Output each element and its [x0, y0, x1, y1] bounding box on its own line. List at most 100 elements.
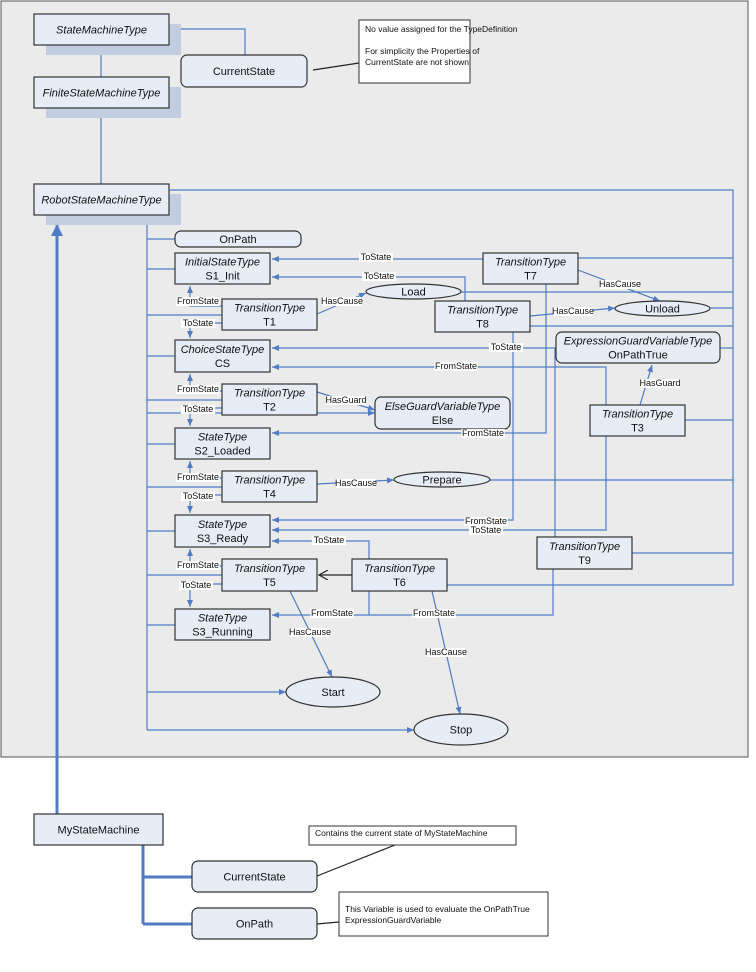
node-name: S1_Init — [205, 271, 239, 283]
label-text: ToState — [471, 525, 502, 535]
node-type: InitialStateType — [185, 257, 260, 269]
note-connector — [316, 844, 396, 877]
to-state-label: ToState — [180, 404, 216, 414]
node-state-machine-type[interactable]: StateMachineType — [33, 13, 181, 55]
to-state-label: ToState — [180, 491, 216, 501]
node-s3-running[interactable]: StateType S3_Running — [174, 608, 271, 641]
has-cause-label: HasCause — [552, 306, 594, 316]
from-state-label: FromState — [412, 608, 456, 618]
note-on-path: This Variable is used to evaluate the On… — [338, 891, 549, 937]
node-name: MyStateMachine — [58, 825, 140, 837]
node-t5[interactable]: TransitionType T5 — [221, 558, 318, 592]
node-instance-on-path[interactable]: OnPath — [191, 907, 318, 940]
state-machine-diagram: StateMachineType FiniteStateMachineType Ro… — [0, 0, 749, 940]
node-t2[interactable]: TransitionType T2 — [221, 383, 318, 416]
label-text: FromState — [177, 472, 219, 482]
node-name: CS — [215, 358, 230, 370]
node-name: OnPathTrue — [608, 350, 668, 362]
node-my-state-machine[interactable]: MyStateMachine — [33, 813, 164, 846]
note-line: This Variable is used to evaluate the On… — [345, 904, 530, 914]
node-s2-loaded[interactable]: StateType S2_Loaded — [174, 427, 271, 460]
label-text: ToState — [314, 535, 345, 545]
node-start[interactable]: Start — [285, 676, 381, 708]
from-state-label: FromState — [310, 608, 354, 618]
note-line: Contains the current state of MyStateMac… — [315, 828, 488, 838]
from-state-label: FromState — [461, 428, 505, 438]
to-state-label: ToState — [358, 252, 394, 262]
node-type: FiniteStateMachineType — [43, 88, 161, 100]
to-state-label: ToState — [178, 580, 214, 590]
node-type: TransitionType — [234, 475, 305, 487]
node-name: T3 — [631, 423, 644, 435]
node-t8[interactable]: TransitionType T8 — [434, 300, 531, 333]
node-type: TransitionType — [447, 305, 518, 317]
note-current-state: Contains the current state of MyStateMac… — [308, 825, 517, 846]
node-name: T9 — [578, 555, 591, 567]
label-text: HasCause — [425, 647, 467, 657]
node-name: T2 — [263, 402, 276, 414]
node-current-state[interactable]: CurrentState — [180, 54, 308, 88]
node-t6[interactable]: TransitionType T6 — [351, 558, 448, 592]
node-name: S3_Running — [192, 627, 253, 639]
node-name: S2_Loaded — [194, 446, 250, 458]
node-name: T7 — [524, 271, 537, 283]
node-type: StateMachineType — [56, 25, 147, 37]
to-state-label: ToState — [180, 318, 216, 328]
node-name: T6 — [393, 577, 406, 589]
node-t1[interactable]: TransitionType T1 — [221, 298, 318, 331]
node-on-path-true[interactable]: ExpressionGuardVariableType OnPathTrue — [555, 331, 721, 364]
node-name: T1 — [263, 317, 276, 329]
label-text: ToState — [181, 580, 212, 590]
has-cause-label: HasCause — [599, 279, 641, 289]
note-line: For simplicity the Properties of — [365, 46, 480, 56]
node-robot-state-machine-type[interactable]: RobotStateMachineType — [33, 183, 181, 225]
node-name: CurrentState — [223, 872, 285, 884]
from-state-label: FromState — [176, 384, 220, 394]
node-type: TransitionType — [549, 541, 620, 553]
node-t7[interactable]: TransitionType T7 — [482, 252, 579, 285]
has-guard-label: HasGuard — [325, 395, 367, 405]
node-instance-current-state[interactable]: CurrentState — [191, 860, 318, 893]
node-type: StateType — [198, 613, 247, 625]
label-text: HasCause — [335, 478, 377, 488]
node-name: OnPath — [236, 919, 273, 931]
node-type: TransitionType — [602, 409, 673, 421]
node-finite-state-machine-type[interactable]: FiniteStateMachineType — [33, 76, 181, 118]
node-s3-ready[interactable]: StateType S3_Ready — [174, 514, 271, 548]
note-box — [338, 891, 549, 937]
label-text: HasCause — [289, 627, 331, 637]
node-type: StateType — [198, 432, 247, 444]
label-text: ToState — [183, 491, 214, 501]
label-text: ToState — [491, 342, 522, 352]
node-load[interactable]: Load — [365, 283, 462, 300]
has-cause-label: HasCause — [335, 478, 377, 488]
label-text: HasCause — [552, 306, 594, 316]
node-else[interactable]: ElseGuardVariableType Else — [374, 396, 511, 430]
note-line: CurrentState are not shown — [365, 57, 469, 67]
node-s1-init[interactable]: InitialStateType S1_Init — [174, 252, 271, 285]
note-connector — [316, 921, 340, 925]
node-name: S3_Ready — [197, 533, 249, 545]
node-unload[interactable]: Unload — [614, 300, 711, 317]
node-t3[interactable]: TransitionType T3 — [589, 404, 686, 437]
to-state-label: ToState — [311, 535, 347, 545]
label-text: FromState — [435, 361, 477, 371]
from-state-label: FromState — [434, 361, 478, 371]
node-on-path[interactable]: OnPath — [174, 230, 302, 248]
node-name: T5 — [263, 577, 276, 589]
node-type: StateType — [198, 519, 247, 531]
from-state-label: FromState — [176, 296, 220, 306]
node-name: Prepare — [422, 475, 461, 487]
node-type: ExpressionGuardVariableType — [564, 336, 713, 348]
node-t9[interactable]: TransitionType T9 — [536, 536, 633, 570]
node-prepare[interactable]: Prepare — [393, 471, 491, 488]
node-t4[interactable]: TransitionType T4 — [221, 470, 318, 503]
node-cs[interactable]: ChoiceStateType CS — [174, 339, 271, 373]
node-stop[interactable]: Stop — [413, 713, 509, 746]
has-cause-label: HasCause — [289, 627, 331, 637]
label-text: FromState — [311, 608, 353, 618]
label-text: FromState — [462, 428, 504, 438]
label-text: FromState — [177, 384, 219, 394]
from-state-label: FromState — [176, 560, 220, 570]
label-text: HasCause — [321, 296, 363, 306]
